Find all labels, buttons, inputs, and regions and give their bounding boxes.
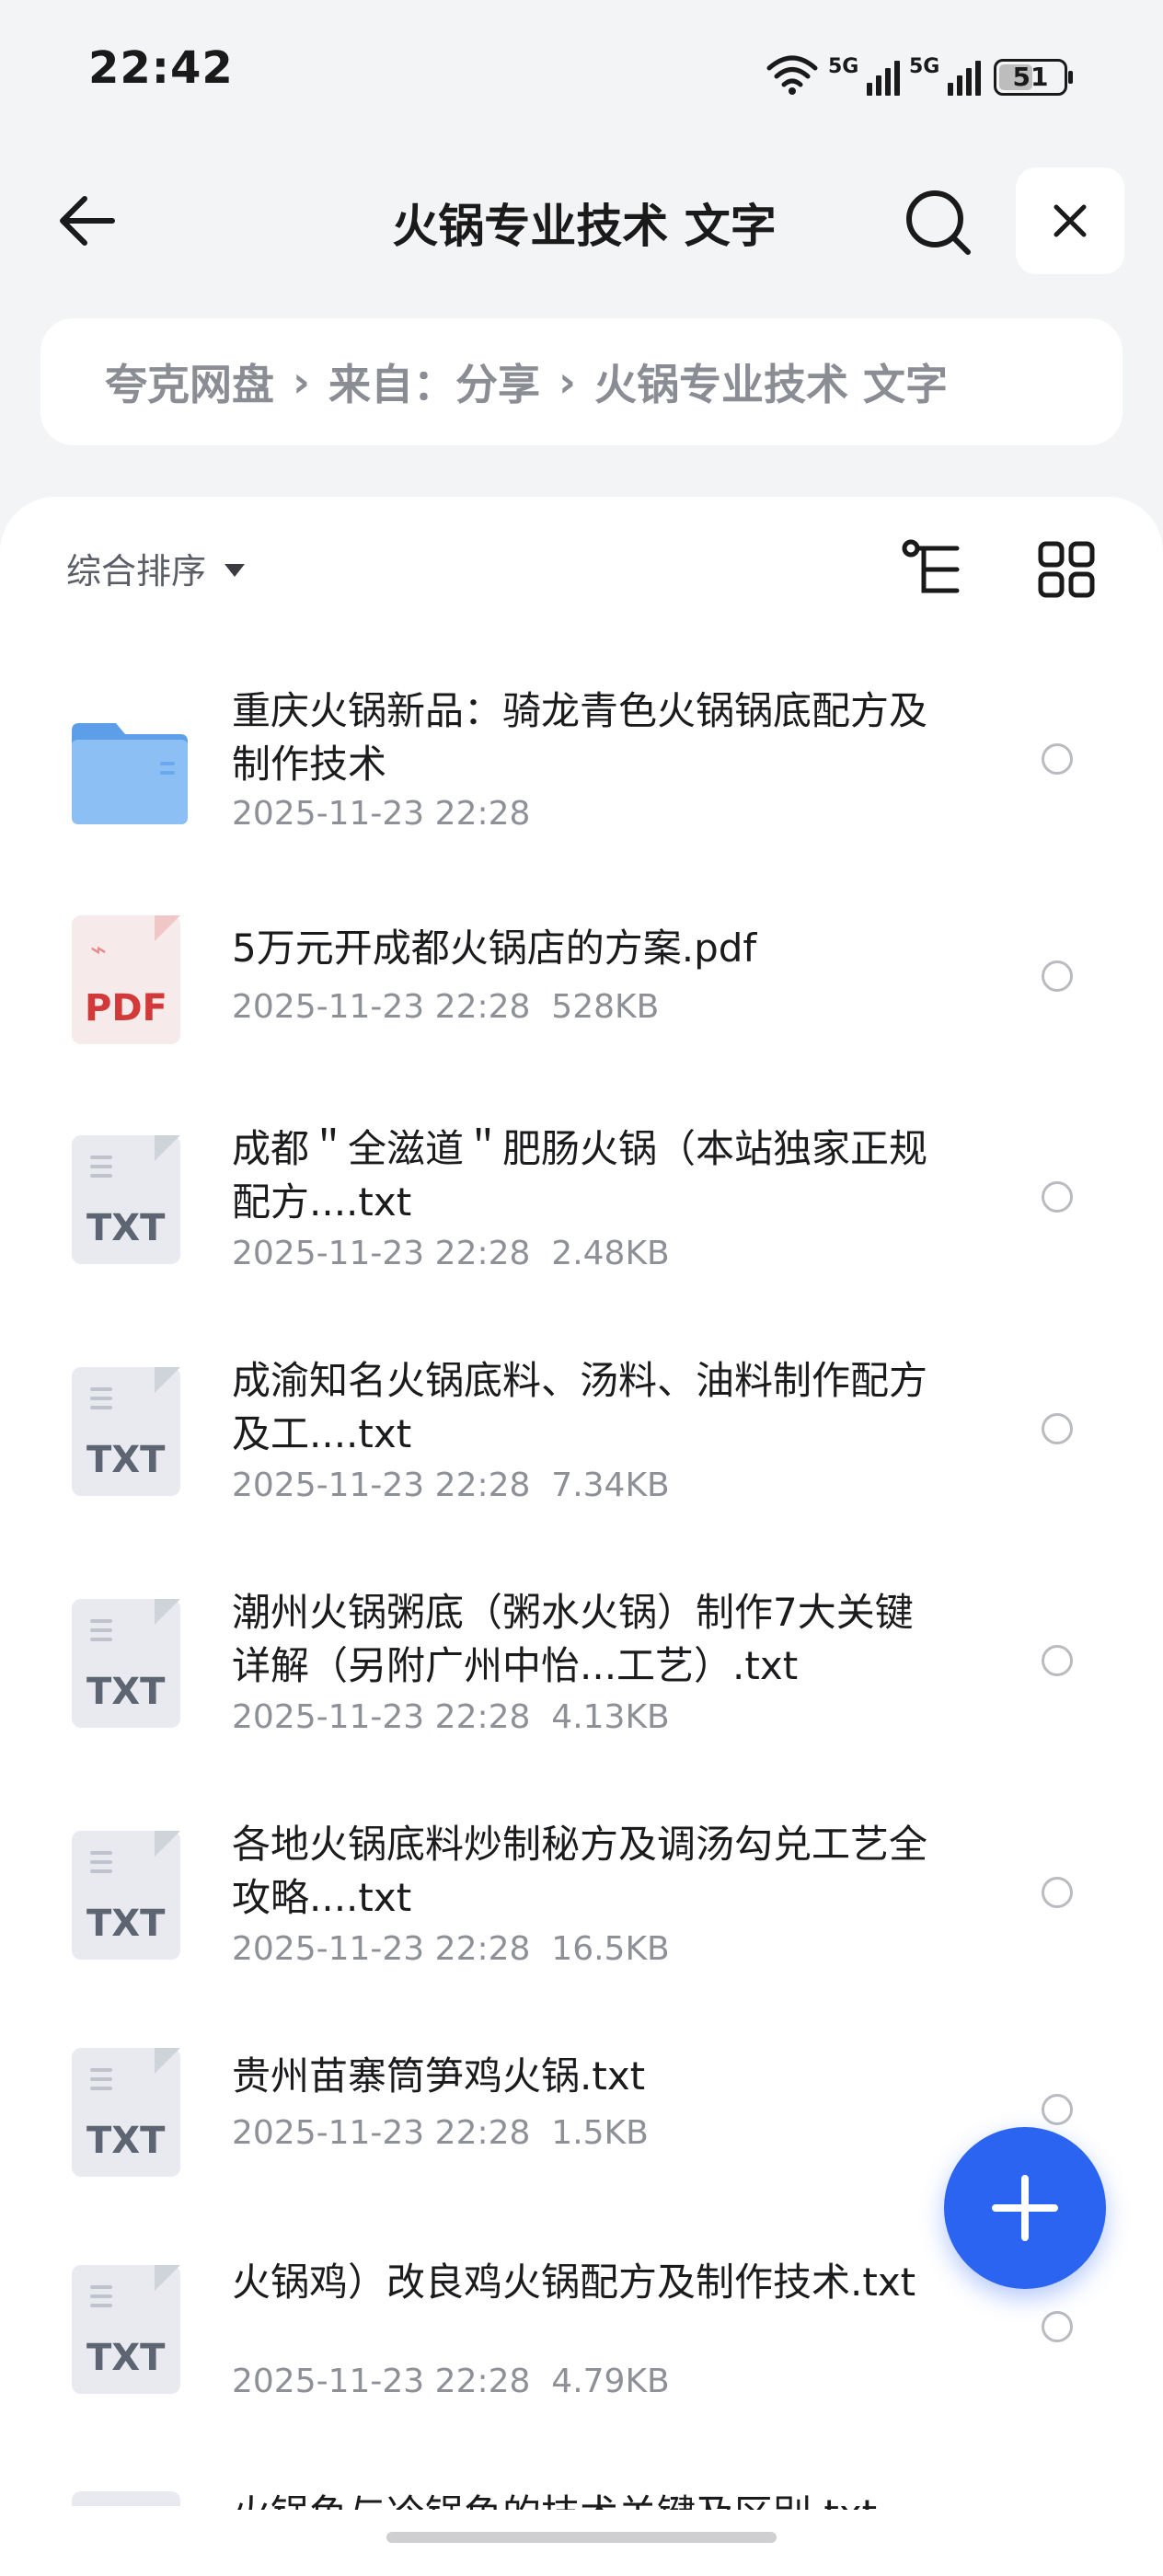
file-date: 2025-11-23 22:28	[232, 988, 531, 1026]
file-name: 潮州火锅粥底（粥水火锅）制作7大关键详解（另附广州中怡...工艺）.txt	[232, 1590, 914, 1688]
file-meta: 2025-11-23 22:28 2.48KB	[232, 1235, 670, 1272]
breadcrumb-item-current[interactable]: 火锅专业技术 文字	[594, 351, 948, 412]
list-item[interactable]: ⌁ PDF 5万元开成都火锅店的方案.pdf 2025-11-23 22:28 …	[0, 902, 1163, 1119]
breadcrumb: 夸克网盘 › 来自：分享 › 火锅专业技术 文字	[40, 318, 1123, 445]
file-meta: 2025-11-23 22:28 528KB	[232, 988, 659, 1026]
file-date: 2025-11-23 22:28	[232, 2363, 531, 2400]
txt-file-icon: TXT	[72, 1831, 180, 1960]
txt-label: TXT	[86, 2337, 166, 2379]
file-size: 2.48KB	[551, 1235, 670, 1272]
file-meta: 2025-11-23 22:28 16.5KB	[232, 1930, 670, 1968]
status-bar: 22:42 5G 5G 51	[0, 0, 1163, 138]
sort-label: 综合排序	[66, 551, 207, 592]
file-meta: 2025-11-23 22:28 7.34KB	[232, 1466, 670, 1504]
txt-file-icon: TXT	[72, 1135, 180, 1264]
pdf-file-icon: ⌁ PDF	[72, 915, 180, 1044]
file-name: 5万元开成都火锅店的方案.pdf	[232, 926, 757, 971]
txt-label: TXT	[86, 2120, 166, 2162]
signal-icon-1: 5G	[828, 55, 900, 96]
breadcrumb-item-share[interactable]: 来自：分享	[328, 351, 540, 412]
list-item[interactable]: TXT 成都＂全滋道＂肥肠火锅（本站独家正规配方....txt 2025-11-…	[0, 1113, 1163, 1330]
select-radio[interactable]	[1042, 1413, 1073, 1444]
search-icon[interactable]	[900, 184, 977, 261]
select-radio[interactable]	[1042, 960, 1073, 992]
txt-file-icon	[72, 2491, 180, 2506]
file-name: 贵州苗寨筒笋鸡火锅.txt	[232, 2053, 646, 2099]
add-button[interactable]	[944, 2127, 1106, 2289]
file-date: 2025-11-23 22:28	[232, 1466, 531, 1504]
file-size: 528KB	[551, 988, 660, 1026]
network-type-2: 5G	[909, 55, 940, 78]
list-item[interactable]: TXT 成渝知名火锅底料、汤料、油料制作配方及工....txt 2025-11-…	[0, 1345, 1163, 1562]
select-radio[interactable]	[1042, 2094, 1073, 2125]
chevron-right-icon: ›	[558, 357, 576, 407]
file-meta: 2025-11-23 22:28 1.5KB	[232, 2114, 649, 2152]
file-meta: 2025-11-23 22:28 4.13KB	[232, 1698, 670, 1736]
file-meta: 2025-11-23 22:28 4.79KB	[232, 2363, 670, 2400]
file-size: 1.5KB	[551, 2114, 649, 2152]
sort-dropdown[interactable]: 综合排序	[66, 543, 246, 593]
network-type-1: 5G	[828, 55, 859, 78]
battery-icon: 51	[994, 59, 1073, 96]
signal-icon-2: 5G	[909, 55, 981, 96]
status-time: 22:42	[88, 42, 234, 94]
txt-label: TXT	[86, 1439, 166, 1481]
back-arrow-icon[interactable]	[52, 184, 125, 258]
acrobat-icon: ⌁	[90, 934, 108, 966]
file-name: 成都＂全滋道＂肥肠火锅（本站独家正规配方....txt	[232, 1126, 928, 1225]
select-radio[interactable]	[1042, 1877, 1073, 1908]
list-item[interactable]: 重庆火锅新品：骑龙青色火锅锅底配方及制作技术 2025-11-23 22:28	[0, 681, 1163, 898]
pdf-label: PDF	[85, 987, 167, 1029]
file-date: 2025-11-23 22:28	[232, 795, 531, 833]
battery-level: 51	[1012, 62, 1049, 92]
file-date: 2025-11-23 22:28	[232, 1930, 531, 1968]
status-icons: 5G 5G 51	[766, 44, 1073, 96]
file-name: 火锅鱼与冷锅鱼的技术关键及区别.txt	[232, 2488, 877, 2510]
txt-label: TXT	[86, 1671, 166, 1713]
select-radio[interactable]	[1042, 1645, 1073, 1676]
txt-file-icon: TXT	[72, 2048, 180, 2177]
file-date: 2025-11-23 22:28	[232, 2114, 531, 2152]
chevron-right-icon: ›	[293, 357, 310, 407]
folder-icon	[72, 723, 188, 824]
txt-label: TXT	[86, 1903, 166, 1945]
txt-file-icon: TXT	[72, 1367, 180, 1496]
list-item[interactable]: TXT 各地火锅底料炒制秘方及调汤勾兑工艺全攻略....txt 2025-11-…	[0, 1809, 1163, 2026]
file-name: 成渝知名火锅底料、汤料、油料制作配方及工....txt	[232, 1358, 928, 1456]
plus-icon	[992, 2175, 1058, 2241]
select-radio[interactable]	[1042, 2311, 1073, 2342]
file-size: 16.5KB	[551, 1930, 670, 1968]
list-item[interactable]: TXT 潮州火锅粥底（粥水火锅）制作7大关键详解（另附广州中怡...工艺）.tx…	[0, 1577, 1163, 1794]
page-title: 火锅专业技术 文字	[392, 200, 777, 253]
close-icon	[1054, 204, 1087, 237]
select-radio[interactable]	[1042, 743, 1073, 775]
file-size: 4.13KB	[551, 1698, 670, 1736]
txt-file-icon: TXT	[72, 2265, 180, 2394]
wifi-icon	[766, 55, 818, 95]
tree-view-icon[interactable]	[902, 539, 970, 600]
select-radio[interactable]	[1042, 1181, 1073, 1213]
file-date: 2025-11-23 22:28	[232, 1235, 531, 1272]
file-date: 2025-11-23 22:28	[232, 1698, 531, 1736]
txt-label: TXT	[86, 1207, 166, 1249]
close-button[interactable]	[1016, 167, 1124, 274]
home-indicator[interactable]	[386, 2532, 777, 2543]
txt-file-icon: TXT	[72, 1599, 180, 1728]
breadcrumb-item-root[interactable]: 夸克网盘	[105, 351, 274, 412]
file-name: 各地火锅底料炒制秘方及调汤勾兑工艺全攻略....txt	[232, 1822, 928, 1920]
grid-view-icon[interactable]	[1038, 541, 1095, 598]
file-size: 7.34KB	[551, 1466, 670, 1504]
file-name: 火锅鸡）改良鸡火锅配方及制作技术.txt	[232, 2260, 916, 2305]
file-name: 重庆火锅新品：骑龙青色火锅锅底配方及制作技术	[232, 688, 928, 787]
file-size: 4.79KB	[551, 2363, 670, 2400]
caret-down-icon	[225, 563, 246, 577]
